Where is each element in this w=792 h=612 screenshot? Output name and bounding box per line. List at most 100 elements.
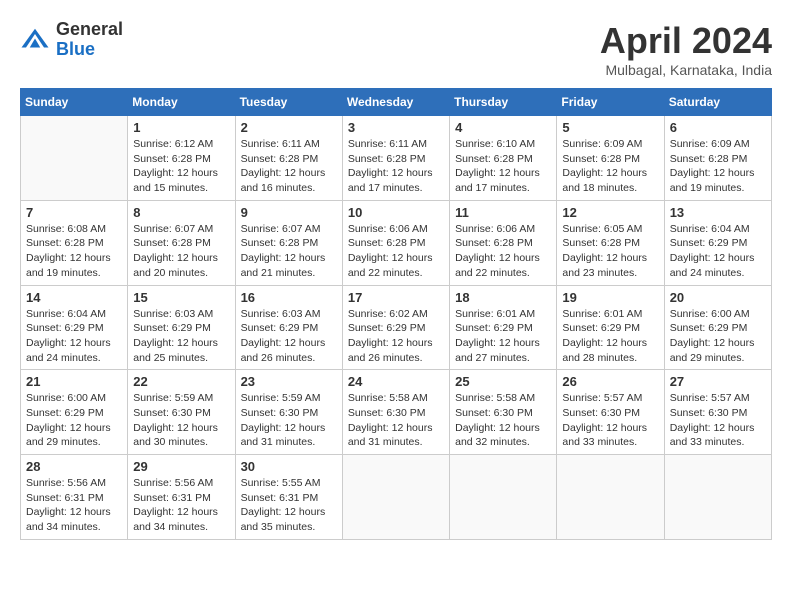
day-info: Sunrise: 6:11 AMSunset: 6:28 PMDaylight:…	[241, 137, 337, 196]
logo-text: General Blue	[56, 20, 123, 60]
day-info: Sunrise: 6:01 AMSunset: 6:29 PMDaylight:…	[455, 307, 551, 366]
day-info: Sunrise: 6:05 AMSunset: 6:28 PMDaylight:…	[562, 222, 658, 281]
day-number: 23	[241, 374, 337, 389]
calendar-cell: 6Sunrise: 6:09 AMSunset: 6:28 PMDaylight…	[664, 116, 771, 201]
calendar-week-2: 7Sunrise: 6:08 AMSunset: 6:28 PMDaylight…	[21, 200, 772, 285]
day-number: 11	[455, 205, 551, 220]
day-number: 7	[26, 205, 122, 220]
day-number: 20	[670, 290, 766, 305]
day-number: 2	[241, 120, 337, 135]
calendar-cell: 9 Sunrise: 6:07 AMSunset: 6:28 PMDaylight…	[235, 200, 342, 285]
calendar-cell: 7Sunrise: 6:08 AMSunset: 6:28 PMDaylight…	[21, 200, 128, 285]
day-number: 25	[455, 374, 551, 389]
day-number: 1	[133, 120, 229, 135]
calendar-header-tuesday: Tuesday	[235, 89, 342, 116]
day-info: Sunrise: 6:07 AMSunset: 6:28 PMDaylight:…	[241, 222, 337, 281]
calendar-table: SundayMondayTuesdayWednesdayThursdayFrid…	[20, 88, 772, 540]
day-info: Sunrise: 5:58 AMSunset: 6:30 PMDaylight:…	[455, 391, 551, 450]
calendar-cell: 12 Sunrise: 6:05 AMSunset: 6:28 PMDayligh…	[557, 200, 664, 285]
day-number: 15	[133, 290, 229, 305]
day-info: Sunrise: 6:00 AMSunset: 6:29 PMDaylight:…	[670, 307, 766, 366]
calendar-cell	[557, 455, 664, 540]
calendar-cell: 4 Sunrise: 6:10 AMSunset: 6:28 PMDaylight…	[450, 116, 557, 201]
calendar-cell: 13 Sunrise: 6:04 AMSunset: 6:29 PMDayligh…	[664, 200, 771, 285]
day-number: 17	[348, 290, 444, 305]
day-info: Sunrise: 6:02 AMSunset: 6:29 PMDaylight:…	[348, 307, 444, 366]
logo-icon	[20, 25, 50, 55]
day-number: 9	[241, 205, 337, 220]
day-info: Sunrise: 6:00 AMSunset: 6:29 PMDaylight:…	[26, 391, 122, 450]
calendar-cell: 3Sunrise: 6:11 AMSunset: 6:28 PMDaylight…	[342, 116, 449, 201]
logo-general-text: General	[56, 20, 123, 40]
calendar-cell	[664, 455, 771, 540]
calendar-cell: 8 Sunrise: 6:07 AMSunset: 6:28 PMDaylight…	[128, 200, 235, 285]
day-info: Sunrise: 6:07 AMSunset: 6:28 PMDaylight:…	[133, 222, 229, 281]
day-number: 29	[133, 459, 229, 474]
calendar-cell: 17 Sunrise: 6:02 AMSunset: 6:29 PMDayligh…	[342, 285, 449, 370]
day-number: 22	[133, 374, 229, 389]
day-number: 8	[133, 205, 229, 220]
calendar-header-row: SundayMondayTuesdayWednesdayThursdayFrid…	[21, 89, 772, 116]
day-info: Sunrise: 6:10 AMSunset: 6:28 PMDaylight:…	[455, 137, 551, 196]
calendar-cell: 24 Sunrise: 5:58 AMSunset: 6:30 PMDayligh…	[342, 370, 449, 455]
calendar-header-wednesday: Wednesday	[342, 89, 449, 116]
calendar-cell: 21 Sunrise: 6:00 AMSunset: 6:29 PMDayligh…	[21, 370, 128, 455]
day-info: Sunrise: 5:57 AMSunset: 6:30 PMDaylight:…	[670, 391, 766, 450]
calendar-cell: 19Sunrise: 6:01 AMSunset: 6:29 PMDayligh…	[557, 285, 664, 370]
calendar-cell: 28Sunrise: 5:56 AMSunset: 6:31 PMDayligh…	[21, 455, 128, 540]
calendar-cell: 18 Sunrise: 6:01 AMSunset: 6:29 PMDayligh…	[450, 285, 557, 370]
calendar-cell: 16Sunrise: 6:03 AMSunset: 6:29 PMDayligh…	[235, 285, 342, 370]
logo-blue-text: Blue	[56, 40, 123, 60]
calendar-cell: 11 Sunrise: 6:06 AMSunset: 6:28 PMDayligh…	[450, 200, 557, 285]
day-number: 12	[562, 205, 658, 220]
day-info: Sunrise: 5:59 AMSunset: 6:30 PMDaylight:…	[133, 391, 229, 450]
calendar-cell: 20 Sunrise: 6:00 AMSunset: 6:29 PMDayligh…	[664, 285, 771, 370]
day-number: 16	[241, 290, 337, 305]
day-number: 10	[348, 205, 444, 220]
calendar-header-friday: Friday	[557, 89, 664, 116]
title-block: April 2024 Mulbagal, Karnataka, India	[600, 20, 772, 78]
day-info: Sunrise: 6:06 AMSunset: 6:28 PMDaylight:…	[455, 222, 551, 281]
day-number: 4	[455, 120, 551, 135]
calendar-cell	[21, 116, 128, 201]
calendar-cell	[342, 455, 449, 540]
day-number: 5	[562, 120, 658, 135]
day-info: Sunrise: 6:04 AMSunset: 6:29 PMDaylight:…	[670, 222, 766, 281]
day-info: Sunrise: 6:06 AMSunset: 6:28 PMDaylight:…	[348, 222, 444, 281]
day-number: 18	[455, 290, 551, 305]
day-number: 28	[26, 459, 122, 474]
day-info: Sunrise: 5:58 AMSunset: 6:30 PMDaylight:…	[348, 391, 444, 450]
calendar-week-3: 14 Sunrise: 6:04 AMSunset: 6:29 PMDayligh…	[21, 285, 772, 370]
calendar-cell: 25 Sunrise: 5:58 AMSunset: 6:30 PMDayligh…	[450, 370, 557, 455]
day-number: 26	[562, 374, 658, 389]
day-info: Sunrise: 6:03 AMSunset: 6:29 PMDaylight:…	[133, 307, 229, 366]
day-number: 30	[241, 459, 337, 474]
calendar-cell: 15 Sunrise: 6:03 AMSunset: 6:29 PMDayligh…	[128, 285, 235, 370]
calendar-cell: 10 Sunrise: 6:06 AMSunset: 6:28 PMDayligh…	[342, 200, 449, 285]
calendar-cell: 23 Sunrise: 5:59 AMSunset: 6:30 PMDayligh…	[235, 370, 342, 455]
calendar-cell	[450, 455, 557, 540]
calendar-cell: 26 Sunrise: 5:57 AMSunset: 6:30 PMDayligh…	[557, 370, 664, 455]
calendar-cell: 27Sunrise: 5:57 AMSunset: 6:30 PMDayligh…	[664, 370, 771, 455]
calendar-header-sunday: Sunday	[21, 89, 128, 116]
day-number: 24	[348, 374, 444, 389]
day-info: Sunrise: 6:04 AMSunset: 6:29 PMDaylight:…	[26, 307, 122, 366]
day-number: 21	[26, 374, 122, 389]
page-header: General Blue April 2024 Mulbagal, Karnat…	[20, 20, 772, 78]
day-info: Sunrise: 5:59 AMSunset: 6:30 PMDaylight:…	[241, 391, 337, 450]
calendar-week-4: 21 Sunrise: 6:00 AMSunset: 6:29 PMDayligh…	[21, 370, 772, 455]
calendar-week-1: 1 Sunrise: 6:12 AMSunset: 6:28 PMDaylight…	[21, 116, 772, 201]
day-info: Sunrise: 6:11 AMSunset: 6:28 PMDaylight:…	[348, 137, 444, 196]
calendar-week-5: 28Sunrise: 5:56 AMSunset: 6:31 PMDayligh…	[21, 455, 772, 540]
day-info: Sunrise: 6:12 AMSunset: 6:28 PMDaylight:…	[133, 137, 229, 196]
day-number: 13	[670, 205, 766, 220]
calendar-cell: 22 Sunrise: 5:59 AMSunset: 6:30 PMDayligh…	[128, 370, 235, 455]
logo: General Blue	[20, 20, 123, 60]
day-number: 14	[26, 290, 122, 305]
day-number: 6	[670, 120, 766, 135]
calendar-cell: 1 Sunrise: 6:12 AMSunset: 6:28 PMDaylight…	[128, 116, 235, 201]
day-info: Sunrise: 5:57 AMSunset: 6:30 PMDaylight:…	[562, 391, 658, 450]
calendar-cell: 30Sunrise: 5:55 AMSunset: 6:31 PMDayligh…	[235, 455, 342, 540]
calendar-cell: 14 Sunrise: 6:04 AMSunset: 6:29 PMDayligh…	[21, 285, 128, 370]
day-info: Sunrise: 6:01 AMSunset: 6:29 PMDaylight:…	[562, 307, 658, 366]
